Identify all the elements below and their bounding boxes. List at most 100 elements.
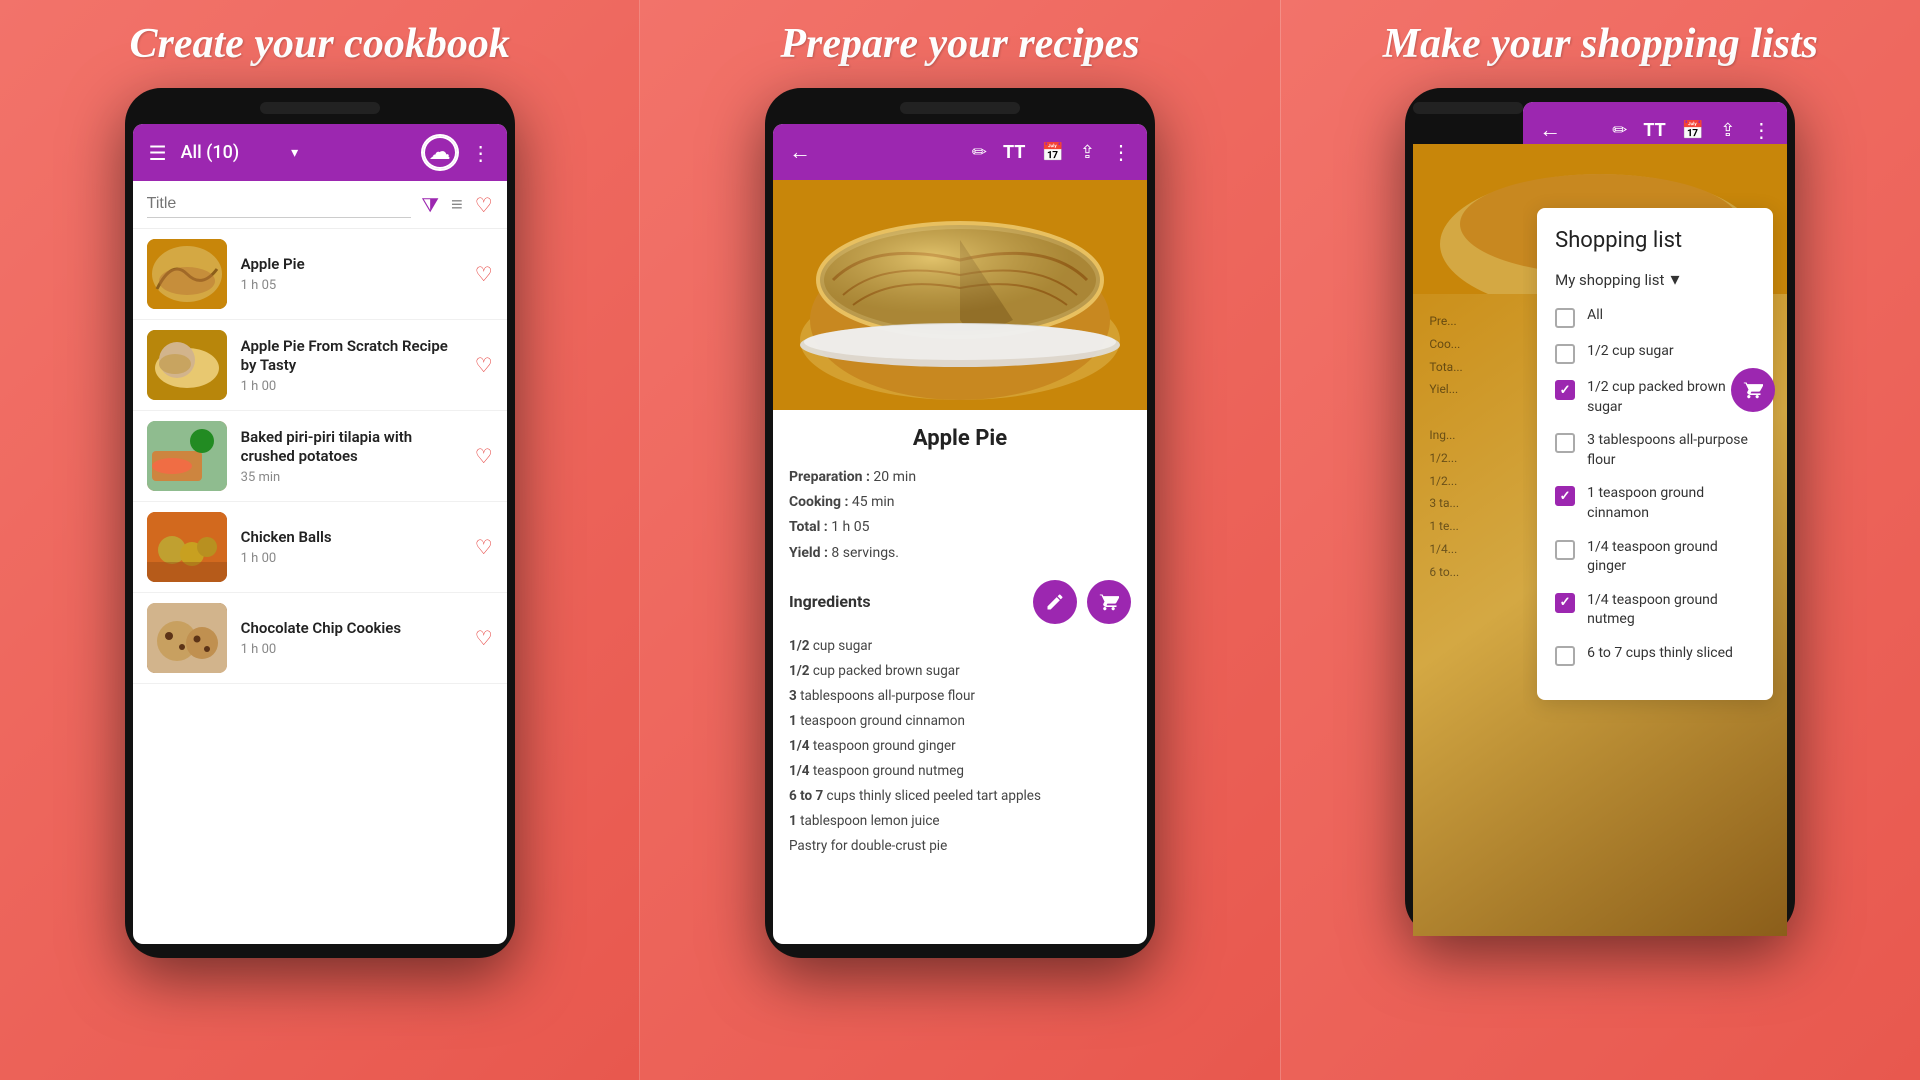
recipe-name: Chicken Balls [241, 528, 461, 548]
edit-ingredients-button[interactable] [1033, 580, 1077, 624]
recipe-time: 1 h 00 [241, 551, 461, 566]
more-options-icon[interactable]: ⋮ [471, 141, 491, 165]
sort-icon[interactable]: ≡ [451, 192, 463, 217]
favorite-filter-icon[interactable]: ♡ [475, 193, 493, 217]
shopping-item-nutmeg[interactable]: 1/4 teaspoon ground nutmeg [1555, 591, 1755, 630]
menu-icon[interactable]: ☰ [149, 141, 167, 165]
meta-cooking: Cooking : 45 min [789, 490, 1131, 515]
text-size-icon-3[interactable]: TT [1643, 120, 1665, 141]
checkbox-nutmeg[interactable] [1555, 593, 1575, 613]
phone-3: ← ✏ TT 📅 ⇪ ⋮ [1405, 88, 1795, 936]
ingredients-title: Ingredients [789, 592, 871, 611]
phone-3-screen: ← ✏ TT 📅 ⇪ ⋮ [1523, 102, 1787, 922]
shopping-item-brown-sugar[interactable]: 1/2 cup packed brown sugar [1555, 378, 1755, 417]
recipe-heart-tilapia[interactable]: ♡ [475, 444, 493, 468]
toolbar-right-icons: ✏ TT 📅 ⇪ ⋮ [972, 140, 1131, 164]
recipe-heart-scratch[interactable]: ♡ [475, 353, 493, 377]
text-size-icon[interactable]: TT [1003, 142, 1025, 163]
share-icon[interactable]: ⇪ [1080, 142, 1095, 163]
search-input[interactable] [147, 191, 412, 218]
meta-total: Total : 1 h 05 [789, 515, 1131, 540]
ing-qty-5: 1/4 [789, 738, 810, 754]
shopping-item-text-brown-sugar: 1/2 cup packed brown sugar [1587, 378, 1755, 417]
recipe-body: Apple Pie Preparation : 20 min Cooking :… [773, 410, 1147, 874]
meta-prep-label: Preparation : [789, 469, 873, 485]
shopping-dropdown-icon[interactable]: ▾ [1670, 269, 1679, 290]
recipe-detail-title: Apple Pie [789, 426, 1131, 451]
shopping-item-apples[interactable]: 6 to 7 cups thinly sliced [1555, 644, 1755, 666]
recipe-time: 1 h 05 [241, 278, 461, 293]
checkbox-apples[interactable] [1555, 646, 1575, 666]
shopping-item-all[interactable]: All [1555, 306, 1755, 328]
shopping-item-cinnamon[interactable]: 1 teaspoon ground cinnamon [1555, 484, 1755, 523]
more-icon-2[interactable]: ⋮ [1111, 140, 1131, 164]
recipe-heart-chicken[interactable]: ♡ [475, 535, 493, 559]
meta-cook-value: 45 min [852, 494, 895, 510]
ing-qty-6: 1/4 [789, 763, 810, 779]
recipe-item-apple-pie[interactable]: Apple Pie 1 h 05 ♡ [133, 229, 507, 320]
ingredients-header: Ingredients [789, 580, 1131, 624]
shopping-cart-fab[interactable] [1731, 368, 1775, 412]
cloud-icon[interactable]: ☁ [423, 136, 457, 169]
calendar-icon-3[interactable]: 📅 [1682, 120, 1704, 141]
back-button[interactable]: ← [789, 139, 811, 165]
phone-2: ← ✏ TT 📅 ⇪ ⋮ [765, 88, 1155, 958]
meta-total-label: Total : [789, 519, 831, 535]
panel-shopping-lists: Make your shopping lists ← ✏ TT 📅 ⇪ ⋮ [1281, 0, 1920, 1080]
checkbox-flour[interactable] [1555, 433, 1575, 453]
shopping-list-selector[interactable]: My shopping list ▾ [1555, 269, 1755, 290]
dropdown-icon[interactable]: ▾ [291, 145, 298, 161]
recipe-item-chicken[interactable]: Chicken Balls 1 h 00 ♡ [133, 502, 507, 593]
phone-2-notch [900, 102, 1020, 114]
recipe-name: Apple Pie [241, 255, 461, 275]
toolbar-1: ☰ All (10) ▾ ☁ ⋮ [133, 124, 507, 181]
back-button-3[interactable]: ← [1539, 117, 1561, 143]
meta-yield-label: Yield : [789, 545, 831, 561]
shopping-item-flour[interactable]: 3 tablespoons all-purpose flour [1555, 431, 1755, 470]
recipe-info-chicken: Chicken Balls 1 h 00 [241, 528, 461, 566]
calendar-icon[interactable]: 📅 [1041, 142, 1063, 163]
toolbar-2: ← ✏ TT 📅 ⇪ ⋮ [773, 124, 1147, 180]
recipe-info-apple-pie-scratch: Apple Pie From Scratch Recipe by Tasty 1… [241, 337, 461, 394]
checkbox-sugar[interactable] [1555, 344, 1575, 364]
shopping-item-text-ginger: 1/4 teaspoon ground ginger [1587, 538, 1755, 577]
phone-2-screen: ← ✏ TT 📅 ⇪ ⋮ [773, 124, 1147, 944]
recipe-item-tilapia[interactable]: Baked piri-piri tilapia with crushed pot… [133, 411, 507, 502]
checkbox-cinnamon[interactable] [1555, 486, 1575, 506]
ing-qty-7: 6 to 7 [789, 788, 823, 804]
recipe-name: Apple Pie From Scratch Recipe by Tasty [241, 337, 461, 376]
recipe-heart-apple-pie[interactable]: ♡ [475, 262, 493, 286]
add-to-shopping-button[interactable] [1087, 580, 1131, 624]
checkbox-ginger[interactable] [1555, 540, 1575, 560]
ingredients-list: 1/2 cup sugar 1/2 cup packed brown sugar… [789, 634, 1131, 859]
recipe-item-apple-pie-scratch[interactable]: Apple Pie From Scratch Recipe by Tasty 1… [133, 320, 507, 411]
recipe-info-tilapia: Baked piri-piri tilapia with crushed pot… [241, 428, 461, 485]
checkbox-all[interactable] [1555, 308, 1575, 328]
recipe-info-cookies: Chocolate Chip Cookies 1 h 00 [241, 619, 461, 657]
more-icon-3[interactable]: ⋮ [1751, 118, 1771, 142]
shopping-item-sugar[interactable]: 1/2 cup sugar [1555, 342, 1755, 364]
recipe-time: 1 h 00 [241, 379, 461, 394]
shopping-list-name: My shopping list [1555, 271, 1664, 289]
phone-3-notch [1413, 102, 1523, 114]
recipe-thumb-chicken [147, 512, 227, 582]
edit-icon[interactable]: ✏ [972, 142, 987, 163]
shopping-list-title: Shopping list [1555, 228, 1755, 253]
panel-prepare-recipes: Prepare your recipes ← ✏ TT 📅 ⇪ ⋮ [639, 0, 1280, 1080]
shopping-item-text-apples: 6 to 7 cups thinly sliced [1587, 644, 1733, 664]
phone-1: ☰ All (10) ▾ ☁ ⋮ ⧩ ≡ ♡ [125, 88, 515, 958]
edit-icon-3[interactable]: ✏ [1612, 120, 1627, 141]
shopping-item-ginger[interactable]: 1/4 teaspoon ground ginger [1555, 538, 1755, 577]
share-icon-3[interactable]: ⇪ [1720, 120, 1735, 141]
recipe-thumb-apple-pie-scratch [147, 330, 227, 400]
panel-2-title: Prepare your recipes [780, 20, 1139, 68]
recipe-info-apple-pie: Apple Pie 1 h 05 [241, 255, 461, 293]
checkbox-brown-sugar[interactable] [1555, 380, 1575, 400]
recipe-hero-image [773, 180, 1147, 410]
search-bar: ⧩ ≡ ♡ [133, 181, 507, 229]
recipe-item-cookies[interactable]: Chocolate Chip Cookies 1 h 00 ♡ [133, 593, 507, 684]
recipe-heart-cookies[interactable]: ♡ [475, 626, 493, 650]
filter-icon[interactable]: ⧩ [421, 193, 439, 217]
recipe-name: Baked piri-piri tilapia with crushed pot… [241, 428, 461, 467]
recipe-thumb-apple-pie [147, 239, 227, 309]
